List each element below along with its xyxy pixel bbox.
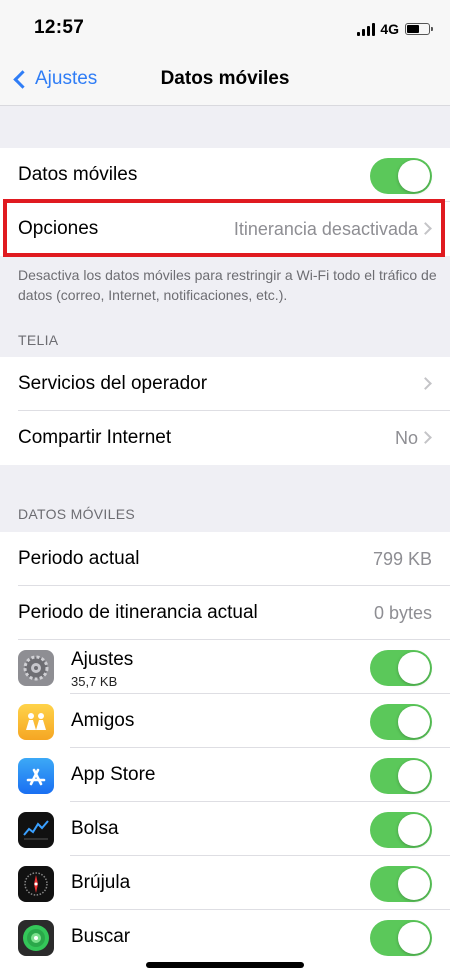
app-name: App Store — [71, 764, 156, 785]
mobile-data-row: Datos móviles — [0, 148, 450, 202]
toggle-knob — [398, 652, 430, 684]
carrier-section-header: TELIA — [18, 332, 59, 348]
network-type: 4G — [380, 21, 399, 37]
roaming-period-value: 0 bytes — [373, 603, 432, 623]
app-name: Amigos — [71, 710, 135, 731]
mobile-data-toggle[interactable] — [370, 158, 432, 194]
mobile-data-group: Datos móviles Opciones Itinerancia desac… — [0, 148, 450, 256]
options-label: Opciones — [18, 218, 99, 239]
app-data-toggle[interactable] — [370, 866, 432, 902]
carrier-services-label: Servicios del operador — [18, 373, 208, 394]
usage-section-header: DATOS MÓVILES — [18, 506, 135, 522]
app-name: Ajustes — [71, 649, 134, 670]
toggle-knob — [398, 706, 430, 738]
app-row-app-store: App Store — [0, 748, 450, 802]
options-value: Itinerancia desactivada — [233, 219, 418, 239]
personal-hotspot-value: No — [394, 428, 418, 448]
chevron-right-icon — [419, 377, 432, 390]
toggle-knob — [398, 922, 430, 954]
signal-icon — [357, 22, 376, 36]
app-row-amigos: Amigos — [0, 694, 450, 748]
mobile-data-footer-note: Desactiva los datos móviles para restrin… — [18, 267, 437, 303]
stocks-chart-icon — [18, 812, 54, 848]
app-row-bolsa: Bolsa — [0, 802, 450, 856]
app-row-buscar: Buscar — [0, 910, 450, 964]
app-row-brujula: Brújula — [0, 856, 450, 910]
compass-icon — [18, 866, 54, 902]
settings-gear-icon — [18, 650, 54, 686]
friends-people-icon — [18, 704, 54, 740]
options-row[interactable]: Opciones Itinerancia desactivada — [0, 202, 450, 256]
app-name: Buscar — [71, 926, 131, 947]
navigation-bar: Ajustes Datos móviles — [0, 56, 450, 106]
app-data-toggle[interactable] — [370, 920, 432, 956]
chevron-right-icon — [419, 431, 432, 444]
app-store-icon — [18, 758, 54, 794]
toggle-knob — [398, 760, 430, 792]
current-period-label: Periodo actual — [18, 548, 140, 569]
current-period-row: Periodo actual 799 KB — [0, 532, 450, 586]
app-name: Bolsa — [71, 818, 119, 839]
toggle-knob — [398, 868, 430, 900]
app-data-toggle[interactable] — [370, 650, 432, 686]
personal-hotspot-label: Compartir Internet — [18, 427, 172, 448]
status-bar: 12:57 4G — [0, 0, 450, 56]
mobile-data-label: Datos móviles — [18, 164, 138, 185]
app-row-ajustes: Ajustes 35,7 KB — [0, 640, 450, 694]
app-usage: 35,7 KB — [71, 674, 118, 689]
find-my-radar-icon — [18, 920, 54, 956]
status-time: 12:57 — [34, 17, 85, 38]
toggle-knob — [398, 160, 430, 192]
app-data-toggle[interactable] — [370, 812, 432, 848]
battery-icon — [405, 23, 433, 35]
carrier-group: Servicios del operador Compartir Interne… — [0, 357, 450, 465]
page-title: Datos móviles — [160, 68, 290, 89]
chevron-right-icon — [419, 222, 432, 235]
roaming-period-row: Periodo de itinerancia actual 0 bytes — [0, 586, 450, 640]
toggle-knob — [398, 814, 430, 846]
roaming-period-label: Periodo de itinerancia actual — [18, 602, 258, 623]
usage-group: Periodo actual 799 KB Periodo de itinera… — [0, 532, 450, 975]
current-period-value: 799 KB — [372, 549, 432, 569]
app-data-toggle[interactable] — [370, 758, 432, 794]
status-indicators: 4G — [357, 20, 433, 38]
personal-hotspot-row[interactable]: Compartir Internet No — [0, 411, 450, 465]
carrier-services-row[interactable]: Servicios del operador — [0, 357, 450, 411]
app-data-toggle[interactable] — [370, 704, 432, 740]
app-name: Brújula — [71, 872, 131, 893]
home-indicator — [146, 962, 304, 968]
